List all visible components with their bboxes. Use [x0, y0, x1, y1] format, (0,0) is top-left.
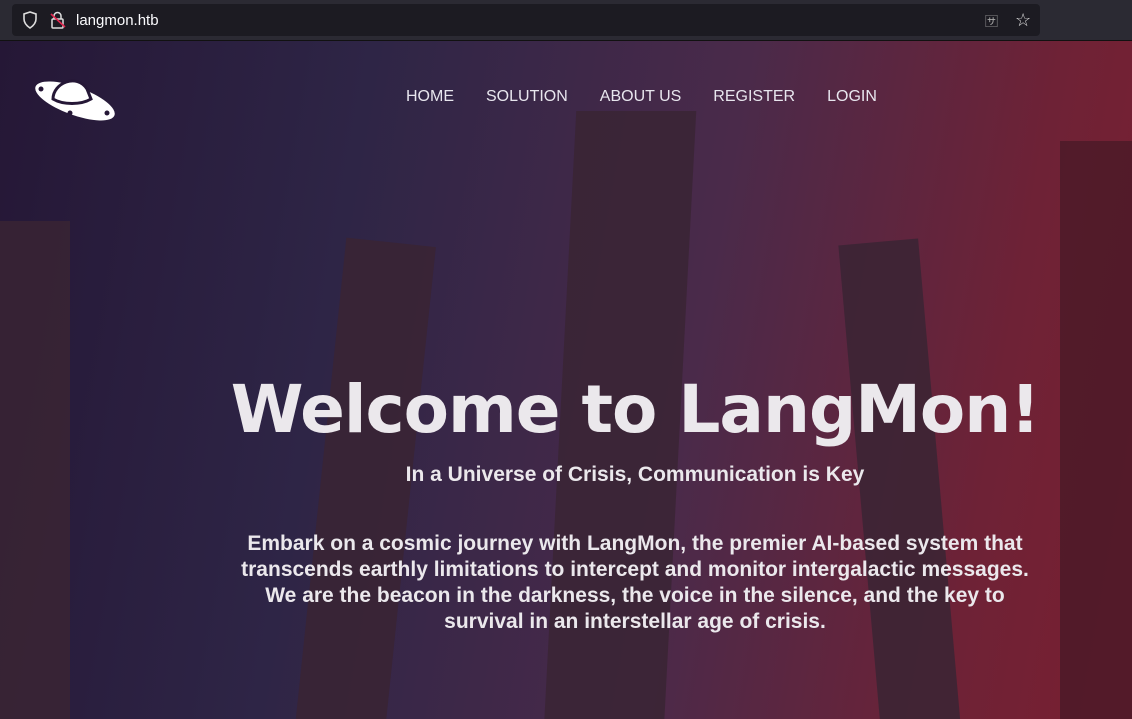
main-nav: HOME SOLUTION ABOUT US REGISTER LOGIN — [406, 88, 877, 106]
hero-section: HOME SOLUTION ABOUT US REGISTER LOGIN We… — [0, 41, 1132, 719]
hero-subtitle: In a Universe of Crisis, Communication i… — [405, 463, 865, 486]
nav-solution[interactable]: SOLUTION — [486, 88, 568, 106]
translate-icon[interactable]: 🈂 — [985, 11, 998, 30]
ufo-logo-icon[interactable] — [33, 69, 119, 130]
nav-home[interactable]: HOME — [406, 88, 454, 106]
bookmark-star-icon[interactable]: ☆ — [1015, 10, 1031, 31]
insecure-lock-icon[interactable] — [50, 11, 66, 29]
shield-icon[interactable] — [22, 11, 38, 29]
hero-title: Welcome to LangMon! — [230, 371, 1041, 448]
browser-toolbar: langmon.htb 🈂 ☆ — [0, 0, 1132, 41]
nav-register[interactable]: REGISTER — [713, 88, 795, 106]
hero-description: Embark on a cosmic journey with LangMon,… — [241, 532, 1029, 633]
url-text[interactable]: langmon.htb — [76, 12, 159, 29]
nav-login[interactable]: LOGIN — [827, 88, 877, 106]
nav-about-us[interactable]: ABOUT US — [600, 88, 682, 106]
url-bar[interactable]: langmon.htb 🈂 ☆ — [12, 4, 1040, 36]
